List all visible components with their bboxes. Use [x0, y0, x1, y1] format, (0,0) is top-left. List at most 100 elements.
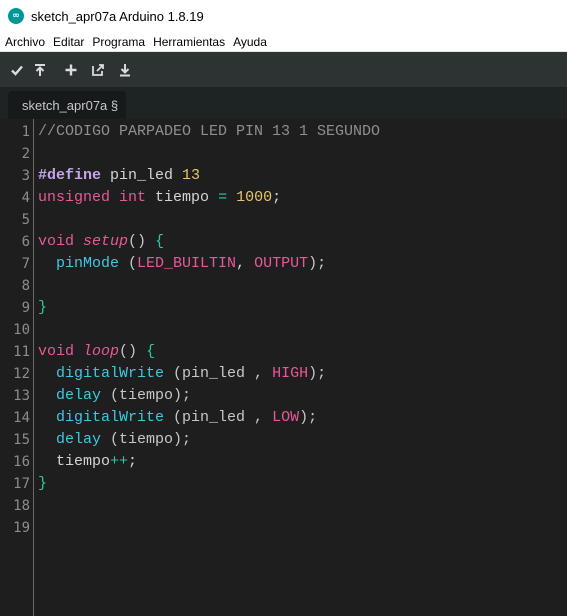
line-number: 4: [21, 190, 30, 206]
code-token: 1000: [236, 189, 273, 206]
menu-herramientas[interactable]: Herramientas: [153, 35, 225, 49]
code-token: =: [218, 189, 228, 206]
line-number: 5: [21, 212, 30, 228]
plus-icon: [65, 64, 77, 75]
code-token: (pin_led ,: [164, 409, 273, 426]
line-number: 15: [13, 432, 30, 448]
code-line[interactable]: digitalWrite (pin_led , HIGH);: [38, 363, 326, 385]
code-line[interactable]: delay (tiempo);: [38, 385, 191, 407]
tab-label: sketch_apr07a §: [22, 97, 119, 113]
code-line[interactable]: tiempo++;: [38, 451, 137, 473]
code-line[interactable]: }: [38, 297, 47, 319]
code-token: (tiempo);: [101, 387, 192, 404]
upload-button[interactable]: [29, 59, 51, 81]
code-line[interactable]: digitalWrite (pin_led , LOW);: [38, 407, 317, 429]
open-icon: [92, 63, 104, 76]
line-number: 1: [21, 124, 30, 140]
line-number: 3: [21, 168, 30, 184]
code-token: 13: [182, 167, 201, 184]
line-number: 2: [21, 146, 30, 162]
line-number: 13: [13, 388, 30, 404]
line-number: 11: [13, 344, 30, 360]
code-line[interactable]: delay (tiempo);: [38, 429, 191, 451]
code-token: {: [146, 343, 156, 360]
code-token: {: [155, 233, 165, 250]
line-number: 7: [21, 256, 30, 272]
line-number: 10: [13, 322, 30, 338]
line-number-gutter: 1 2 3 4 5 6 7 8 9 10 11 12 13 14 15 16 17 18 19: [0, 119, 34, 616]
code-token: );: [299, 409, 318, 426]
code-token: );: [308, 365, 327, 382]
code-token: );: [308, 255, 327, 272]
code-token: ,: [236, 255, 255, 272]
code-token: ;: [272, 189, 282, 206]
menu-bar: Archivo Editar Programa Herramientas Ayu…: [0, 32, 567, 52]
line-number: 8: [21, 278, 30, 294]
code-token: void: [38, 233, 75, 250]
code-line[interactable]: #define pin_led 13: [38, 165, 200, 187]
code-token: pinMode: [56, 255, 120, 272]
code-token: #define: [38, 167, 102, 184]
code-token: tiempo: [146, 189, 219, 206]
arduino-logo-icon: ∞: [8, 8, 24, 24]
code-token: (pin_led ,: [164, 365, 273, 382]
save-down-arrow-icon: [120, 63, 130, 76]
code-token: ;: [128, 453, 138, 470]
code-token: delay: [56, 431, 102, 448]
code-token: LOW: [272, 409, 300, 426]
line-number: 17: [13, 476, 30, 492]
tab-bar: sketch_apr07a §: [0, 87, 567, 119]
code-token: pin_led: [101, 167, 183, 184]
code-token: HIGH: [272, 365, 309, 382]
code-token: (tiempo);: [101, 431, 192, 448]
code-token: delay: [56, 387, 102, 404]
code-token: (): [119, 343, 147, 360]
menu-archivo[interactable]: Archivo: [5, 35, 45, 49]
code-editor[interactable]: 1 2 3 4 5 6 7 8 9 10 11 12 13 14 15 16 17 18 19 //CODIGO P…: [0, 119, 567, 616]
line-number: 12: [13, 366, 30, 382]
code-token: digitalWrite: [56, 365, 165, 382]
code-token: (: [119, 255, 138, 272]
new-button[interactable]: [60, 59, 82, 81]
line-number: 14: [13, 410, 30, 426]
code-token: }: [38, 299, 48, 316]
window-title: sketch_apr07a Arduino 1.8.19: [31, 8, 204, 24]
code-token: loop: [83, 343, 120, 360]
code-token: tiempo: [38, 453, 111, 470]
line-number: 9: [21, 300, 30, 316]
check-icon: [11, 65, 23, 76]
code-line[interactable]: void loop() {: [38, 341, 155, 363]
menu-editar[interactable]: Editar: [53, 35, 84, 49]
title-bar: ∞ sketch_apr07a Arduino 1.8.19: [0, 0, 567, 32]
menu-programa[interactable]: Programa: [92, 35, 145, 49]
menu-ayuda[interactable]: Ayuda: [233, 35, 267, 49]
code-token: OUTPUT: [254, 255, 309, 272]
code-line[interactable]: //CODIGO PARPADEO LED PIN 13 1 SEGUNDO: [38, 121, 380, 143]
code-token: ++: [110, 453, 129, 470]
line-number: 6: [21, 234, 30, 250]
code-token: //CODIGO PARPADEO LED PIN 13 1 SEGUNDO: [38, 123, 381, 140]
tab-sketch[interactable]: sketch_apr07a §: [8, 91, 127, 119]
line-number: 18: [13, 498, 30, 514]
code-token: (): [128, 233, 156, 250]
code-line[interactable]: }: [38, 473, 47, 495]
code-line[interactable]: pinMode (LED_BUILTIN, OUTPUT);: [38, 253, 326, 275]
open-button[interactable]: [87, 59, 109, 81]
code-token: void: [38, 343, 75, 360]
verify-button[interactable]: [6, 59, 28, 81]
code-line[interactable]: void setup() {: [38, 231, 164, 253]
code-token: unsigned: [38, 189, 111, 206]
code-line[interactable]: unsigned int tiempo = 1000;: [38, 187, 281, 209]
code-token: }: [38, 475, 48, 492]
save-button[interactable]: [114, 59, 136, 81]
line-number: 16: [13, 454, 30, 470]
